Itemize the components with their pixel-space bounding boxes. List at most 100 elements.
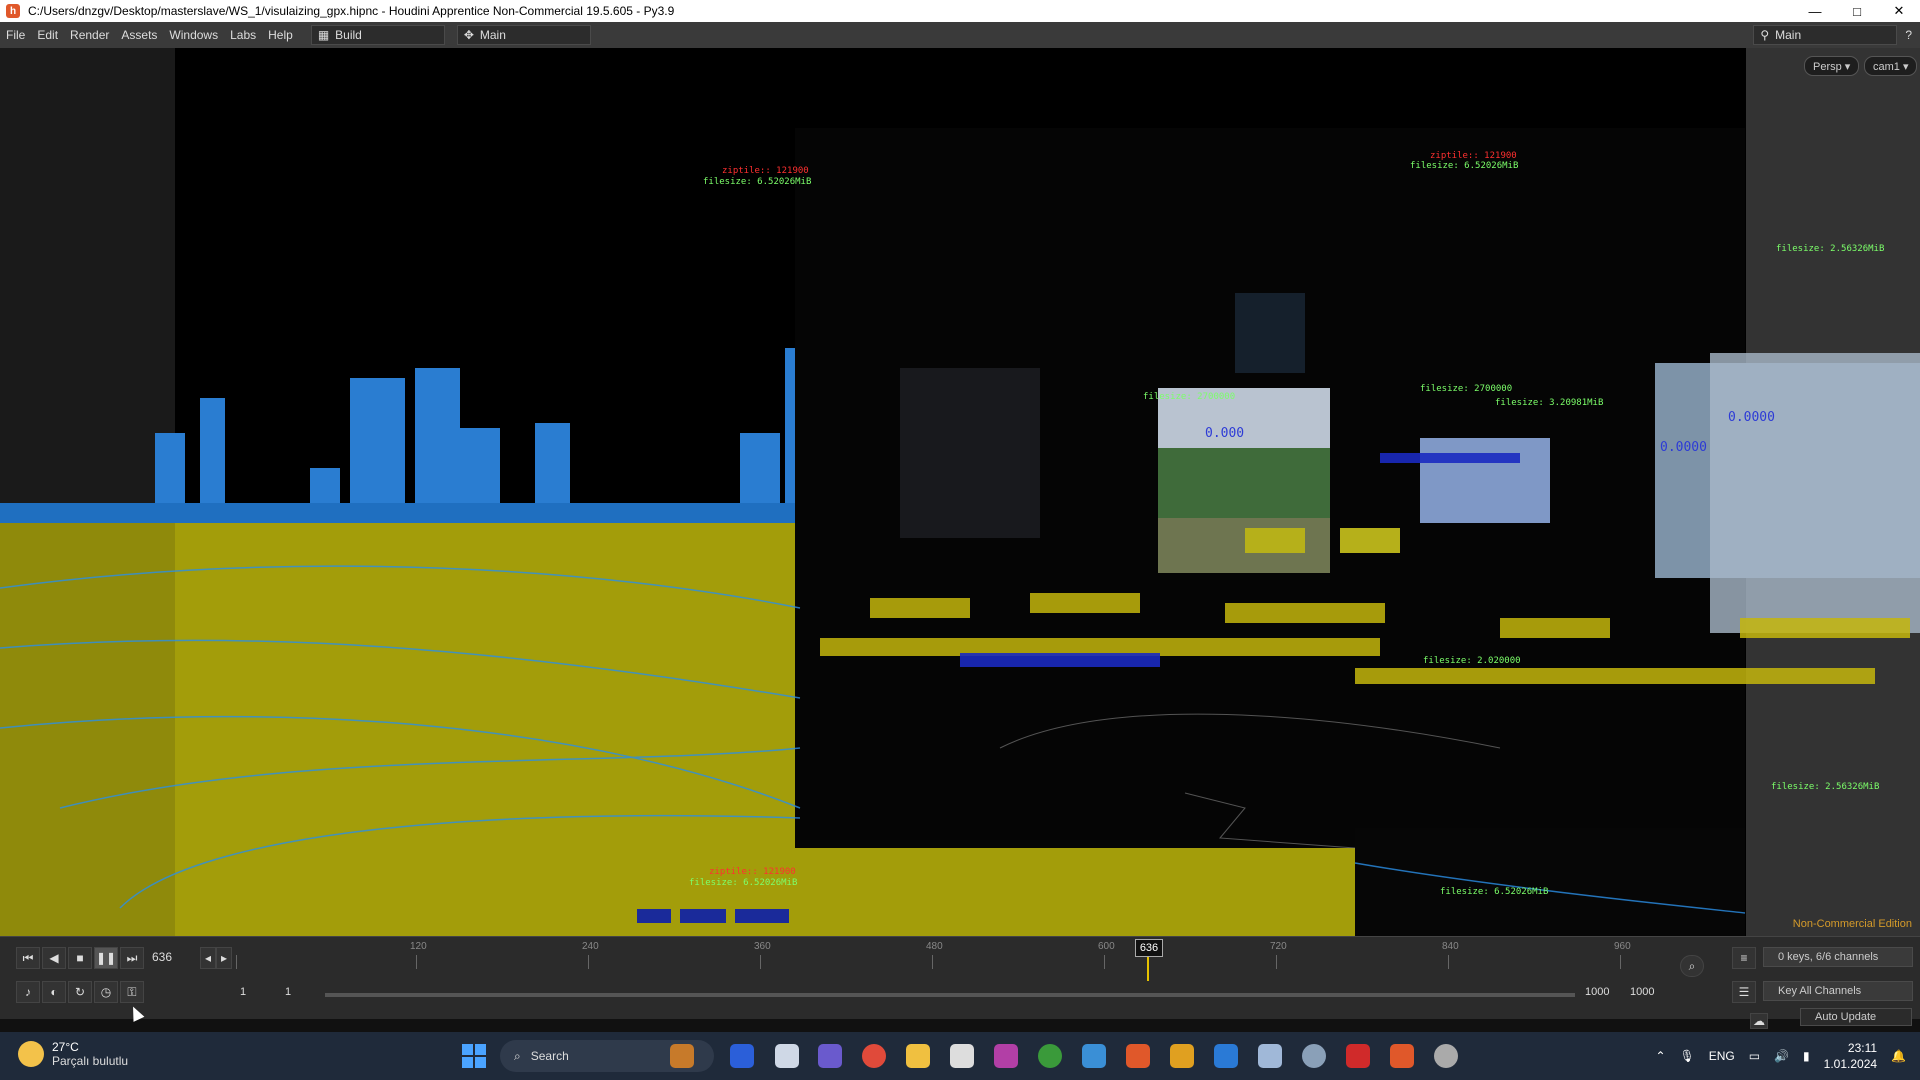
widget-icon[interactable] bbox=[670, 1044, 694, 1068]
menu-render[interactable]: Render bbox=[64, 28, 115, 42]
end-frame-field[interactable]: 1000 bbox=[1630, 983, 1654, 1001]
playbar: ⏮ ◀ ■ ❚❚ ⏭ 636 ◂ ▸ 120 240 360 480 600 7… bbox=[0, 936, 1920, 1029]
tick-label: 960 bbox=[1614, 941, 1631, 952]
menu-assets[interactable]: Assets bbox=[115, 28, 163, 42]
camera-view-button[interactable]: cam1 ▾ bbox=[1864, 56, 1918, 76]
folder-icon[interactable] bbox=[906, 1044, 930, 1068]
current-frame-field[interactable]: 636 bbox=[152, 947, 184, 967]
battery-icon[interactable]: ▮ bbox=[1803, 1049, 1810, 1063]
playback-start-field[interactable]: 1 bbox=[285, 983, 291, 1001]
annotation-label: filesize: 2.56326MiB bbox=[1771, 782, 1880, 792]
git-icon[interactable] bbox=[1170, 1044, 1194, 1068]
pdf-icon[interactable] bbox=[1346, 1044, 1370, 1068]
notepad-icon[interactable] bbox=[1082, 1044, 1106, 1068]
clock-date: 1.01.2024 bbox=[1823, 1057, 1878, 1071]
pause-icon[interactable]: ❚❚ bbox=[94, 947, 118, 969]
current-frame-marker[interactable]: 636 bbox=[1135, 939, 1163, 957]
timeline-ruler[interactable]: 120 240 360 480 600 720 840 960 636 bbox=[236, 937, 1666, 981]
weather-description: Parçalı bulutlu bbox=[52, 1054, 129, 1068]
teams-icon[interactable] bbox=[818, 1044, 842, 1068]
help-icon[interactable]: ? bbox=[1905, 28, 1912, 42]
main-desktop-dropdown[interactable]: ⚲ Main bbox=[1753, 25, 1898, 45]
instagram-icon[interactable] bbox=[994, 1044, 1018, 1068]
menu-help[interactable]: Help bbox=[262, 28, 299, 42]
menu-labs[interactable]: Labs bbox=[224, 28, 262, 42]
annotation-label: 0.0000 bbox=[1660, 440, 1707, 455]
settings-icon[interactable] bbox=[1302, 1044, 1326, 1068]
auto-update-dropdown[interactable]: Auto Update bbox=[1800, 1008, 1912, 1026]
app-icon[interactable] bbox=[1434, 1044, 1458, 1068]
sound-icon[interactable]: ♪ bbox=[16, 981, 40, 1003]
menu-edit[interactable]: Edit bbox=[31, 28, 64, 42]
clock[interactable]: 23:11 1.01.2024 bbox=[1824, 1040, 1877, 1072]
playback-end-field[interactable]: 1000 bbox=[1585, 983, 1609, 1001]
key-list-icon[interactable]: ☰ bbox=[1732, 981, 1756, 1003]
annotation-label: 0.0000 bbox=[1728, 410, 1775, 425]
realtime-icon[interactable]: ◐ bbox=[42, 981, 66, 1003]
annotation-label: filesize: 6.52026MiB bbox=[1440, 887, 1549, 897]
xbox-icon[interactable] bbox=[1038, 1044, 1062, 1068]
key-all-channels-dropdown[interactable]: Key All Channels bbox=[1763, 981, 1913, 1001]
volume-icon[interactable]: 🔊 bbox=[1774, 1049, 1789, 1063]
stop-icon[interactable]: ■ bbox=[68, 947, 92, 969]
frame-range-slider[interactable] bbox=[325, 993, 1575, 997]
tick-label: 240 bbox=[582, 941, 599, 952]
clock-icon[interactable]: ◷ bbox=[94, 981, 118, 1003]
menu-file[interactable]: File bbox=[0, 28, 31, 42]
scope-icon[interactable]: ⌕ bbox=[1680, 955, 1704, 977]
menu-windows[interactable]: Windows bbox=[163, 28, 224, 42]
main-desktop-label: Main bbox=[479, 28, 506, 42]
keys-info-field[interactable]: 0 keys, 6/6 channels bbox=[1763, 947, 1913, 967]
chrome-icon[interactable] bbox=[862, 1044, 886, 1068]
annotation-label: filesize: 2700000 bbox=[1143, 392, 1236, 402]
language-indicator[interactable]: ENG bbox=[1709, 1049, 1735, 1063]
annotation-label: filesize: 6.52026MiB bbox=[689, 878, 798, 888]
scene-render bbox=[0, 48, 1920, 936]
start-frame-field[interactable]: 1 bbox=[240, 983, 246, 1001]
system-tray: ⌃ 🎙 ENG ▭ 🔊 ▮ 23:11 1.01.2024 🔔 bbox=[1655, 1040, 1906, 1072]
non-commercial-edition-label: Non-Commercial Edition bbox=[1792, 918, 1912, 930]
step-forward-icon[interactable]: ▸ bbox=[216, 947, 232, 969]
scene-viewport[interactable]: ziptile:: 121900 filesize: 6.52026MiB zi… bbox=[0, 48, 1920, 936]
clock-time: 23:11 bbox=[1847, 1041, 1878, 1055]
main-desktop-selector[interactable]: ✥ Main bbox=[456, 25, 591, 45]
build-desktop-selector[interactable]: ▦ Build bbox=[310, 25, 445, 45]
weather-widget[interactable]: 27°C Parçalı bulutlu bbox=[18, 1040, 128, 1068]
jump-start-icon[interactable]: ⏮ bbox=[16, 947, 40, 969]
vscode-icon[interactable] bbox=[1214, 1044, 1238, 1068]
houdini-icon[interactable] bbox=[1126, 1044, 1150, 1068]
persp-view-button[interactable]: Persp ▾ bbox=[1804, 56, 1860, 76]
start-button[interactable] bbox=[462, 1044, 486, 1068]
step-back-icon[interactable]: ◂ bbox=[200, 947, 216, 969]
file-explorer-icon[interactable] bbox=[775, 1044, 799, 1068]
build-desktop-label: Build bbox=[335, 28, 362, 42]
annotation-label: 0.000 bbox=[1205, 426, 1245, 441]
search-icon: ⌕ bbox=[514, 1048, 521, 1063]
mic-icon[interactable]: 🎙 bbox=[1680, 1049, 1695, 1063]
key-icon[interactable]: ⚿ bbox=[120, 981, 144, 1003]
weather-icon bbox=[18, 1041, 44, 1067]
time-cursor[interactable] bbox=[1147, 955, 1149, 981]
annotation-label: filesize: 6.52026MiB bbox=[703, 177, 812, 187]
close-button[interactable]: ✕ bbox=[1878, 0, 1920, 22]
loop-icon[interactable]: ↻ bbox=[68, 981, 92, 1003]
play-reverse-icon[interactable]: ◀ bbox=[42, 947, 66, 969]
jump-end-icon[interactable]: ⏭ bbox=[120, 947, 144, 969]
move-icon: ✥ bbox=[463, 28, 474, 42]
tick-label: 840 bbox=[1442, 941, 1459, 952]
maximize-button[interactable]: □ bbox=[1836, 0, 1878, 22]
channel-icon[interactable]: ≡ bbox=[1732, 947, 1756, 969]
store-icon[interactable] bbox=[730, 1044, 754, 1068]
chevron-up-icon[interactable]: ⌃ bbox=[1655, 1049, 1665, 1063]
temperature: 27°C bbox=[52, 1040, 79, 1054]
desktop-icon: ⚲ bbox=[1760, 28, 1770, 42]
houdini-active-icon[interactable] bbox=[1390, 1044, 1414, 1068]
network-icon[interactable]: ▭ bbox=[1749, 1049, 1760, 1063]
minimize-button[interactable]: — bbox=[1794, 0, 1836, 22]
display-icon[interactable] bbox=[1258, 1044, 1282, 1068]
notification-icon[interactable]: 🔔 bbox=[1891, 1049, 1906, 1063]
tick-label: 600 bbox=[1098, 941, 1115, 952]
cloud-icon[interactable]: ☁ bbox=[1750, 1013, 1768, 1029]
annotation-label: filesize: 3.20981MiB bbox=[1495, 398, 1604, 408]
blender-icon[interactable] bbox=[950, 1044, 974, 1068]
